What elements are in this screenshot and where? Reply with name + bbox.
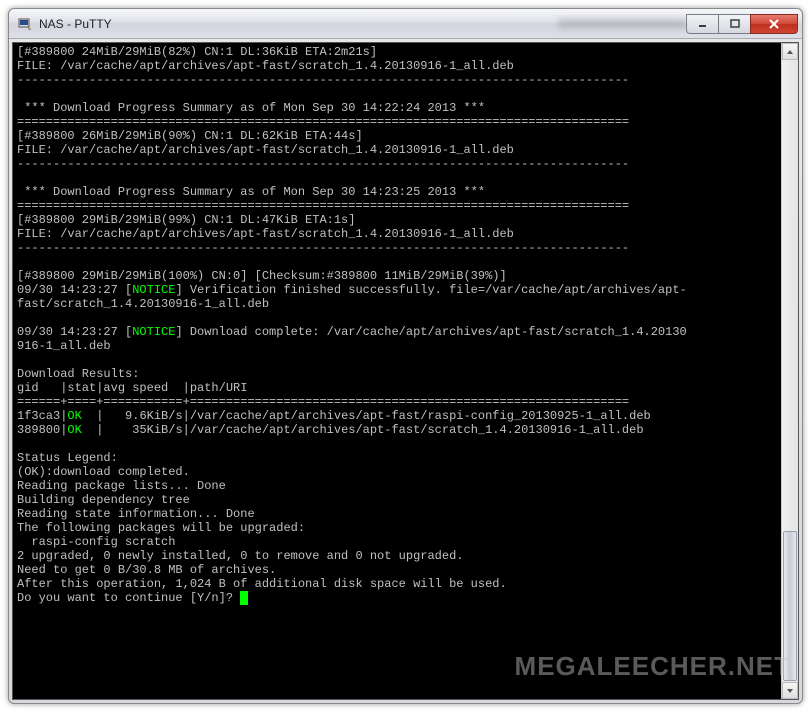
line: [#389800 29MiB/29MiB(100%) CN:0] [Checks… (17, 269, 507, 283)
line: The following packages will be upgraded: (17, 521, 305, 535)
line: After this operation, 1,024 B of additio… (17, 577, 507, 591)
line: FILE: /var/cache/apt/archives/apt-fast/s… (17, 143, 514, 157)
blurred-title-portion: XXXXXXXXXXXXXXXX (558, 17, 686, 31)
minimize-button[interactable] (686, 14, 718, 34)
line: ----------------------------------------… (17, 73, 629, 87)
line: ----------------------------------------… (17, 241, 629, 255)
putty-window: NAS - PuTTY XXXXXXXXXXXXXXXX [#389800 24… (8, 8, 803, 704)
line: (OK):download completed. (17, 465, 190, 479)
line: 09/30 14:23:27 [ (17, 325, 132, 339)
line: *** Download Progress Summary as of Mon … (17, 185, 485, 199)
scroll-up-arrow[interactable] (782, 43, 798, 60)
line: [#389800 29MiB/29MiB(99%) CN:1 DL:47KiB … (17, 213, 355, 227)
maximize-button[interactable] (718, 14, 750, 34)
cursor (240, 591, 248, 605)
titlebar[interactable]: NAS - PuTTY XXXXXXXXXXXXXXXX (9, 9, 802, 39)
app-icon (17, 16, 33, 32)
line: | 9.6KiB/s|/var/cache/apt/archives/apt-f… (82, 409, 651, 423)
line: [#389800 24MiB/29MiB(82%) CN:1 DL:36KiB … (17, 45, 377, 59)
line: Download Results: (17, 367, 139, 381)
scrollbar[interactable] (781, 43, 798, 699)
line: ----------------------------------------… (17, 157, 629, 171)
prompt-line: Do you want to continue [Y/n]? (17, 591, 240, 605)
line: ========================================… (17, 199, 629, 213)
line: raspi-config scratch (17, 535, 175, 549)
notice-tag: NOTICE (132, 283, 175, 297)
line: 2 upgraded, 0 newly installed, 0 to remo… (17, 549, 463, 563)
line: ] Verification finished successfully. fi… (175, 283, 686, 297)
line: Building dependency tree (17, 493, 190, 507)
line: ======+====+===========+================… (17, 395, 629, 409)
line: 389800| (17, 423, 67, 437)
line: ========================================… (17, 115, 629, 129)
line: 916-1_all.deb (17, 339, 111, 353)
notice-tag: NOTICE (132, 325, 175, 339)
line: fast/scratch_1.4.20130916-1_all.deb (17, 297, 269, 311)
line: ] Download complete: /var/cache/apt/arch… (175, 325, 686, 339)
scroll-down-arrow[interactable] (782, 682, 798, 699)
close-button[interactable] (750, 14, 798, 34)
terminal-output[interactable]: [#389800 24MiB/29MiB(82%) CN:1 DL:36KiB … (13, 43, 781, 699)
line: Need to get 0 B/30.8 MB of archives. (17, 563, 276, 577)
ok-status: OK (67, 423, 81, 437)
line: FILE: /var/cache/apt/archives/apt-fast/s… (17, 227, 514, 241)
terminal-container: [#389800 24MiB/29MiB(82%) CN:1 DL:36KiB … (12, 42, 799, 700)
line: gid |stat|avg speed |path/URI (17, 381, 247, 395)
line: FILE: /var/cache/apt/archives/apt-fast/s… (17, 59, 514, 73)
line: | 35KiB/s|/var/cache/apt/archives/apt-fa… (82, 423, 644, 437)
scroll-thumb[interactable] (783, 531, 797, 681)
line: Status Legend: (17, 451, 118, 465)
line: *** Download Progress Summary as of Mon … (17, 101, 485, 115)
line: Reading package lists... Done (17, 479, 226, 493)
ok-status: OK (67, 409, 81, 423)
line: 1f3ca3| (17, 409, 67, 423)
line: [#389800 26MiB/29MiB(90%) CN:1 DL:62KiB … (17, 129, 363, 143)
window-title: NAS - PuTTY (39, 17, 528, 31)
line: Reading state information... Done (17, 507, 255, 521)
window-controls (686, 14, 798, 34)
line: 09/30 14:23:27 [ (17, 283, 132, 297)
